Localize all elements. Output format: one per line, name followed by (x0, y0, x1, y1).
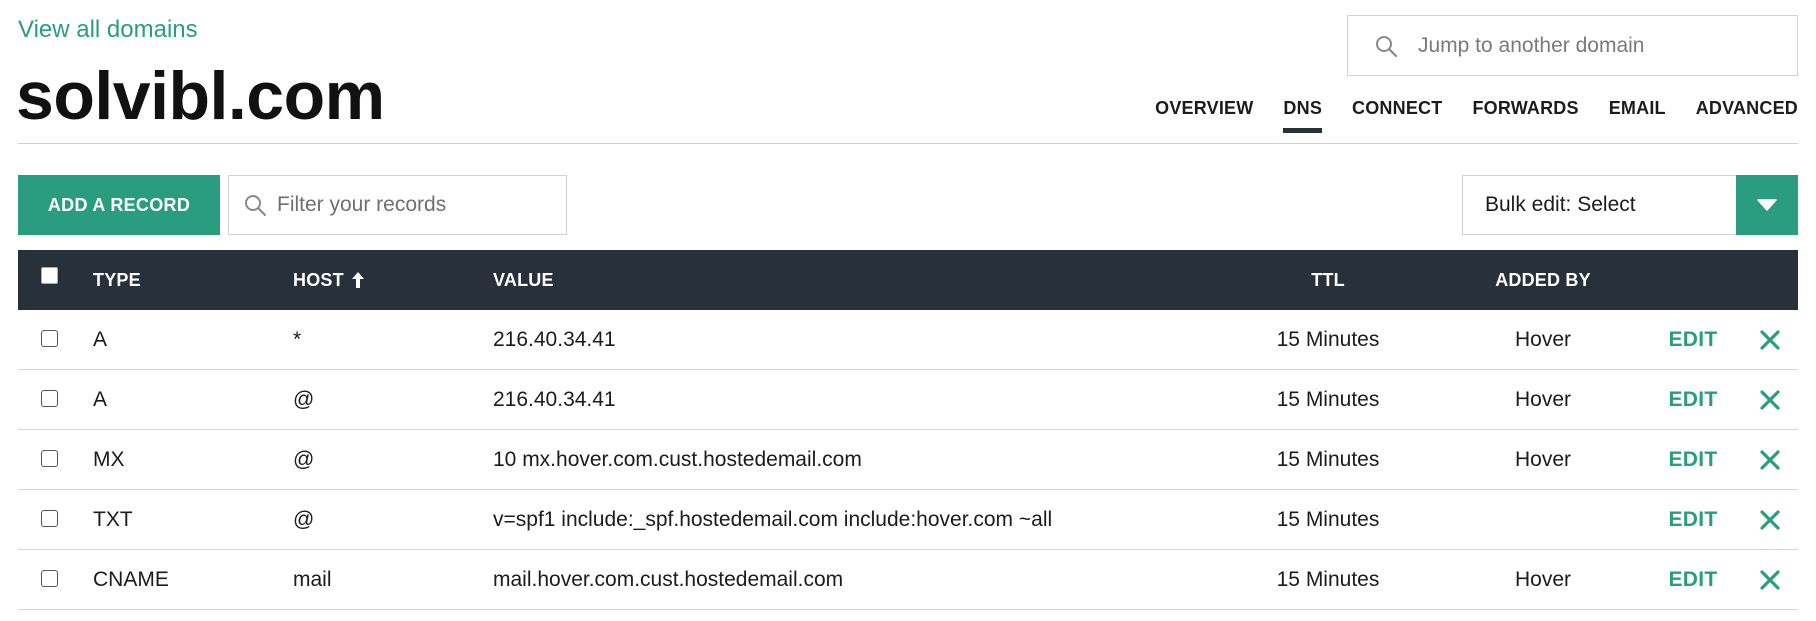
tab-advanced[interactable]: ADVANCED (1696, 98, 1798, 129)
domain-tabs: OVERVIEW DNS CONNECT FORWARDS EMAIL ADVA… (1125, 98, 1798, 133)
record-added-by: Hover (1514, 448, 1572, 471)
record-value: mail.hover.com.cust.hostedemail.com (493, 568, 844, 591)
arrow-up-icon (351, 272, 364, 288)
record-host: @ (293, 508, 315, 531)
row-checkbox[interactable] (41, 570, 58, 587)
table-row: CNAME mail mail.hover.com.cust.hostedema… (18, 550, 1798, 610)
tab-email[interactable]: EMAIL (1609, 98, 1666, 129)
row-checkbox[interactable] (41, 330, 58, 347)
search-icon (1376, 35, 1398, 57)
table-row: A * 216.40.34.41 15 Minutes Hover EDIT (18, 310, 1798, 370)
close-icon (1760, 390, 1780, 410)
row-checkbox[interactable] (41, 390, 58, 407)
table-row: TXT @ v=spf1 include:_spf.hostedemail.co… (18, 490, 1798, 550)
delete-record-button[interactable] (1755, 310, 1785, 370)
record-host: mail (293, 568, 332, 591)
record-added-by: Hover (1514, 328, 1572, 351)
edit-record-button[interactable]: EDIT (1658, 550, 1728, 610)
delete-record-button[interactable] (1755, 370, 1785, 430)
record-added-by: Hover (1514, 388, 1572, 411)
delete-record-button[interactable] (1755, 490, 1785, 550)
record-type: MX (93, 448, 125, 471)
view-all-domains-link[interactable]: View all domains (18, 16, 198, 44)
caret-down-icon (1757, 199, 1777, 211)
delete-record-button[interactable] (1755, 430, 1785, 490)
tabs-divider (18, 143, 1798, 144)
column-header-type[interactable]: TYPE (93, 250, 141, 310)
record-value: 216.40.34.41 (493, 328, 616, 351)
column-header-value: VALUE (493, 269, 554, 290)
table-row: A @ 216.40.34.41 15 Minutes Hover EDIT (18, 370, 1798, 430)
record-ttl: 15 Minutes (1276, 448, 1380, 471)
tab-connect[interactable]: CONNECT (1352, 98, 1442, 129)
record-value: 216.40.34.41 (493, 388, 616, 411)
record-host: * (293, 328, 302, 351)
record-type: CNAME (93, 568, 169, 591)
record-ttl: 15 Minutes (1276, 508, 1380, 531)
domain-title: solvibl.com (16, 58, 385, 134)
column-header-host-label: HOST (293, 269, 344, 290)
filter-records-search[interactable] (228, 175, 567, 235)
search-icon (245, 195, 267, 217)
jump-domain-input[interactable] (1418, 33, 1778, 58)
add-record-button[interactable]: ADD A RECORD (18, 175, 220, 235)
row-checkbox[interactable] (41, 510, 58, 527)
record-value: v=spf1 include:_spf.hostedemail.com incl… (493, 508, 1053, 531)
edit-record-button[interactable]: EDIT (1658, 370, 1728, 430)
close-icon (1760, 450, 1780, 470)
tab-forwards[interactable]: FORWARDS (1472, 98, 1578, 129)
jump-domain-search[interactable] (1347, 15, 1798, 76)
record-added-by (1468, 490, 1618, 550)
column-header-host[interactable]: HOST (293, 250, 366, 310)
record-ttl: 15 Minutes (1276, 328, 1380, 351)
close-icon (1760, 330, 1780, 350)
close-icon (1760, 510, 1780, 530)
delete-record-button[interactable] (1755, 550, 1785, 610)
bulk-edit-dropdown-button[interactable] (1736, 175, 1798, 235)
record-host: @ (293, 448, 315, 471)
record-ttl: 15 Minutes (1276, 568, 1380, 591)
row-checkbox[interactable] (41, 450, 58, 467)
tab-dns[interactable]: DNS (1283, 98, 1322, 133)
record-host: @ (293, 388, 315, 411)
edit-record-button[interactable]: EDIT (1658, 310, 1728, 370)
select-all-checkbox[interactable] (41, 267, 58, 284)
table-row: MX @ 10 mx.hover.com.cust.hostedemail.co… (18, 430, 1798, 490)
filter-records-input[interactable] (277, 193, 557, 217)
record-added-by: Hover (1514, 568, 1572, 591)
bulk-edit-label: Bulk edit: Select (1485, 193, 1636, 216)
record-value: 10 mx.hover.com.cust.hostedemail.com (493, 448, 862, 471)
record-type: A (93, 388, 108, 411)
record-type: A (93, 328, 108, 351)
column-header-ttl: TTL (1311, 269, 1345, 290)
record-type: TXT (93, 508, 133, 531)
edit-record-button[interactable]: EDIT (1658, 490, 1728, 550)
tab-overview[interactable]: OVERVIEW (1155, 98, 1253, 129)
record-ttl: 15 Minutes (1276, 388, 1380, 411)
column-header-added-by: ADDED BY (1495, 269, 1591, 290)
records-table-header: TYPE HOST VALUE TTL ADDED BY (18, 250, 1798, 310)
close-icon (1760, 570, 1780, 590)
bulk-edit-select[interactable]: Bulk edit: Select (1462, 175, 1798, 235)
edit-record-button[interactable]: EDIT (1658, 430, 1728, 490)
